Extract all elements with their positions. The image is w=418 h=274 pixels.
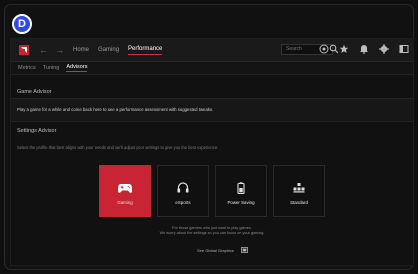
tab-metrics[interactable]: Metrics [18, 65, 36, 71]
star-icon[interactable] [339, 44, 349, 54]
profile-esports-card[interactable]: eSports [157, 165, 209, 217]
back-arrow-icon[interactable]: ← [39, 45, 48, 55]
game-advisor-message: Play a game for a while and come back he… [17, 107, 214, 112]
profile-power-saving-card[interactable]: Power Saving [215, 165, 267, 217]
battery-icon [237, 182, 245, 194]
settings-advisor-title: Settings Advisor [17, 128, 57, 134]
tab-advisors[interactable]: Advisors [66, 64, 88, 72]
game-advisor-panel: Play a game for a while and come back he… [11, 98, 413, 122]
profile-note-line-2: We worry about the settings so you can f… [159, 231, 265, 235]
sidebar-panel-icon[interactable] [399, 44, 409, 54]
amd-logo-icon [19, 45, 29, 55]
performance-subtabs: Metrics Tuning Advisors [11, 62, 413, 75]
profile-gaming-card[interactable]: Gaming [99, 165, 151, 217]
profile-standard-label: Standard [290, 200, 308, 205]
radeon-software-window: ← → Home Gaming Performance Search Metri… [10, 38, 414, 266]
bug-report-icon[interactable] [319, 44, 329, 54]
top-navigation-bar: ← → Home Gaming Performance Search [11, 39, 413, 62]
global-graphics-link[interactable]: See Global Graphics [197, 247, 248, 253]
nav-home[interactable]: Home [73, 47, 89, 53]
profile-power-saving-label: Power Saving [227, 200, 255, 205]
notification-bell-icon[interactable] [359, 44, 369, 54]
settings-gear-icon[interactable] [379, 44, 389, 54]
global-graphics-label: See Global Graphics [197, 247, 234, 253]
step-badge: D [12, 14, 32, 34]
profile-standard-card[interactable]: Standard [273, 165, 325, 217]
tab-tuning[interactable]: Tuning [43, 65, 60, 71]
game-advisor-title: Game Advisor [17, 89, 52, 95]
graphics-settings-icon [241, 247, 248, 253]
nav-gaming[interactable]: Gaming [98, 47, 119, 53]
gamepad-icon [118, 184, 132, 193]
headset-icon [177, 182, 189, 193]
forward-arrow-icon[interactable]: → [55, 45, 64, 55]
settings-advisor-description: Select the profile that best aligns with… [17, 145, 219, 150]
top-icon-group [309, 44, 409, 54]
profile-description-notes: For those gamers who just want to play g… [11, 226, 413, 236]
app-window: D ← → Home Gaming Performance Search Met… [4, 4, 414, 270]
profile-esports-label: eSports [175, 200, 191, 205]
nav-performance[interactable]: Performance [128, 46, 163, 55]
standard-icon [293, 183, 305, 193]
profile-gaming-label: Gaming [117, 200, 133, 205]
